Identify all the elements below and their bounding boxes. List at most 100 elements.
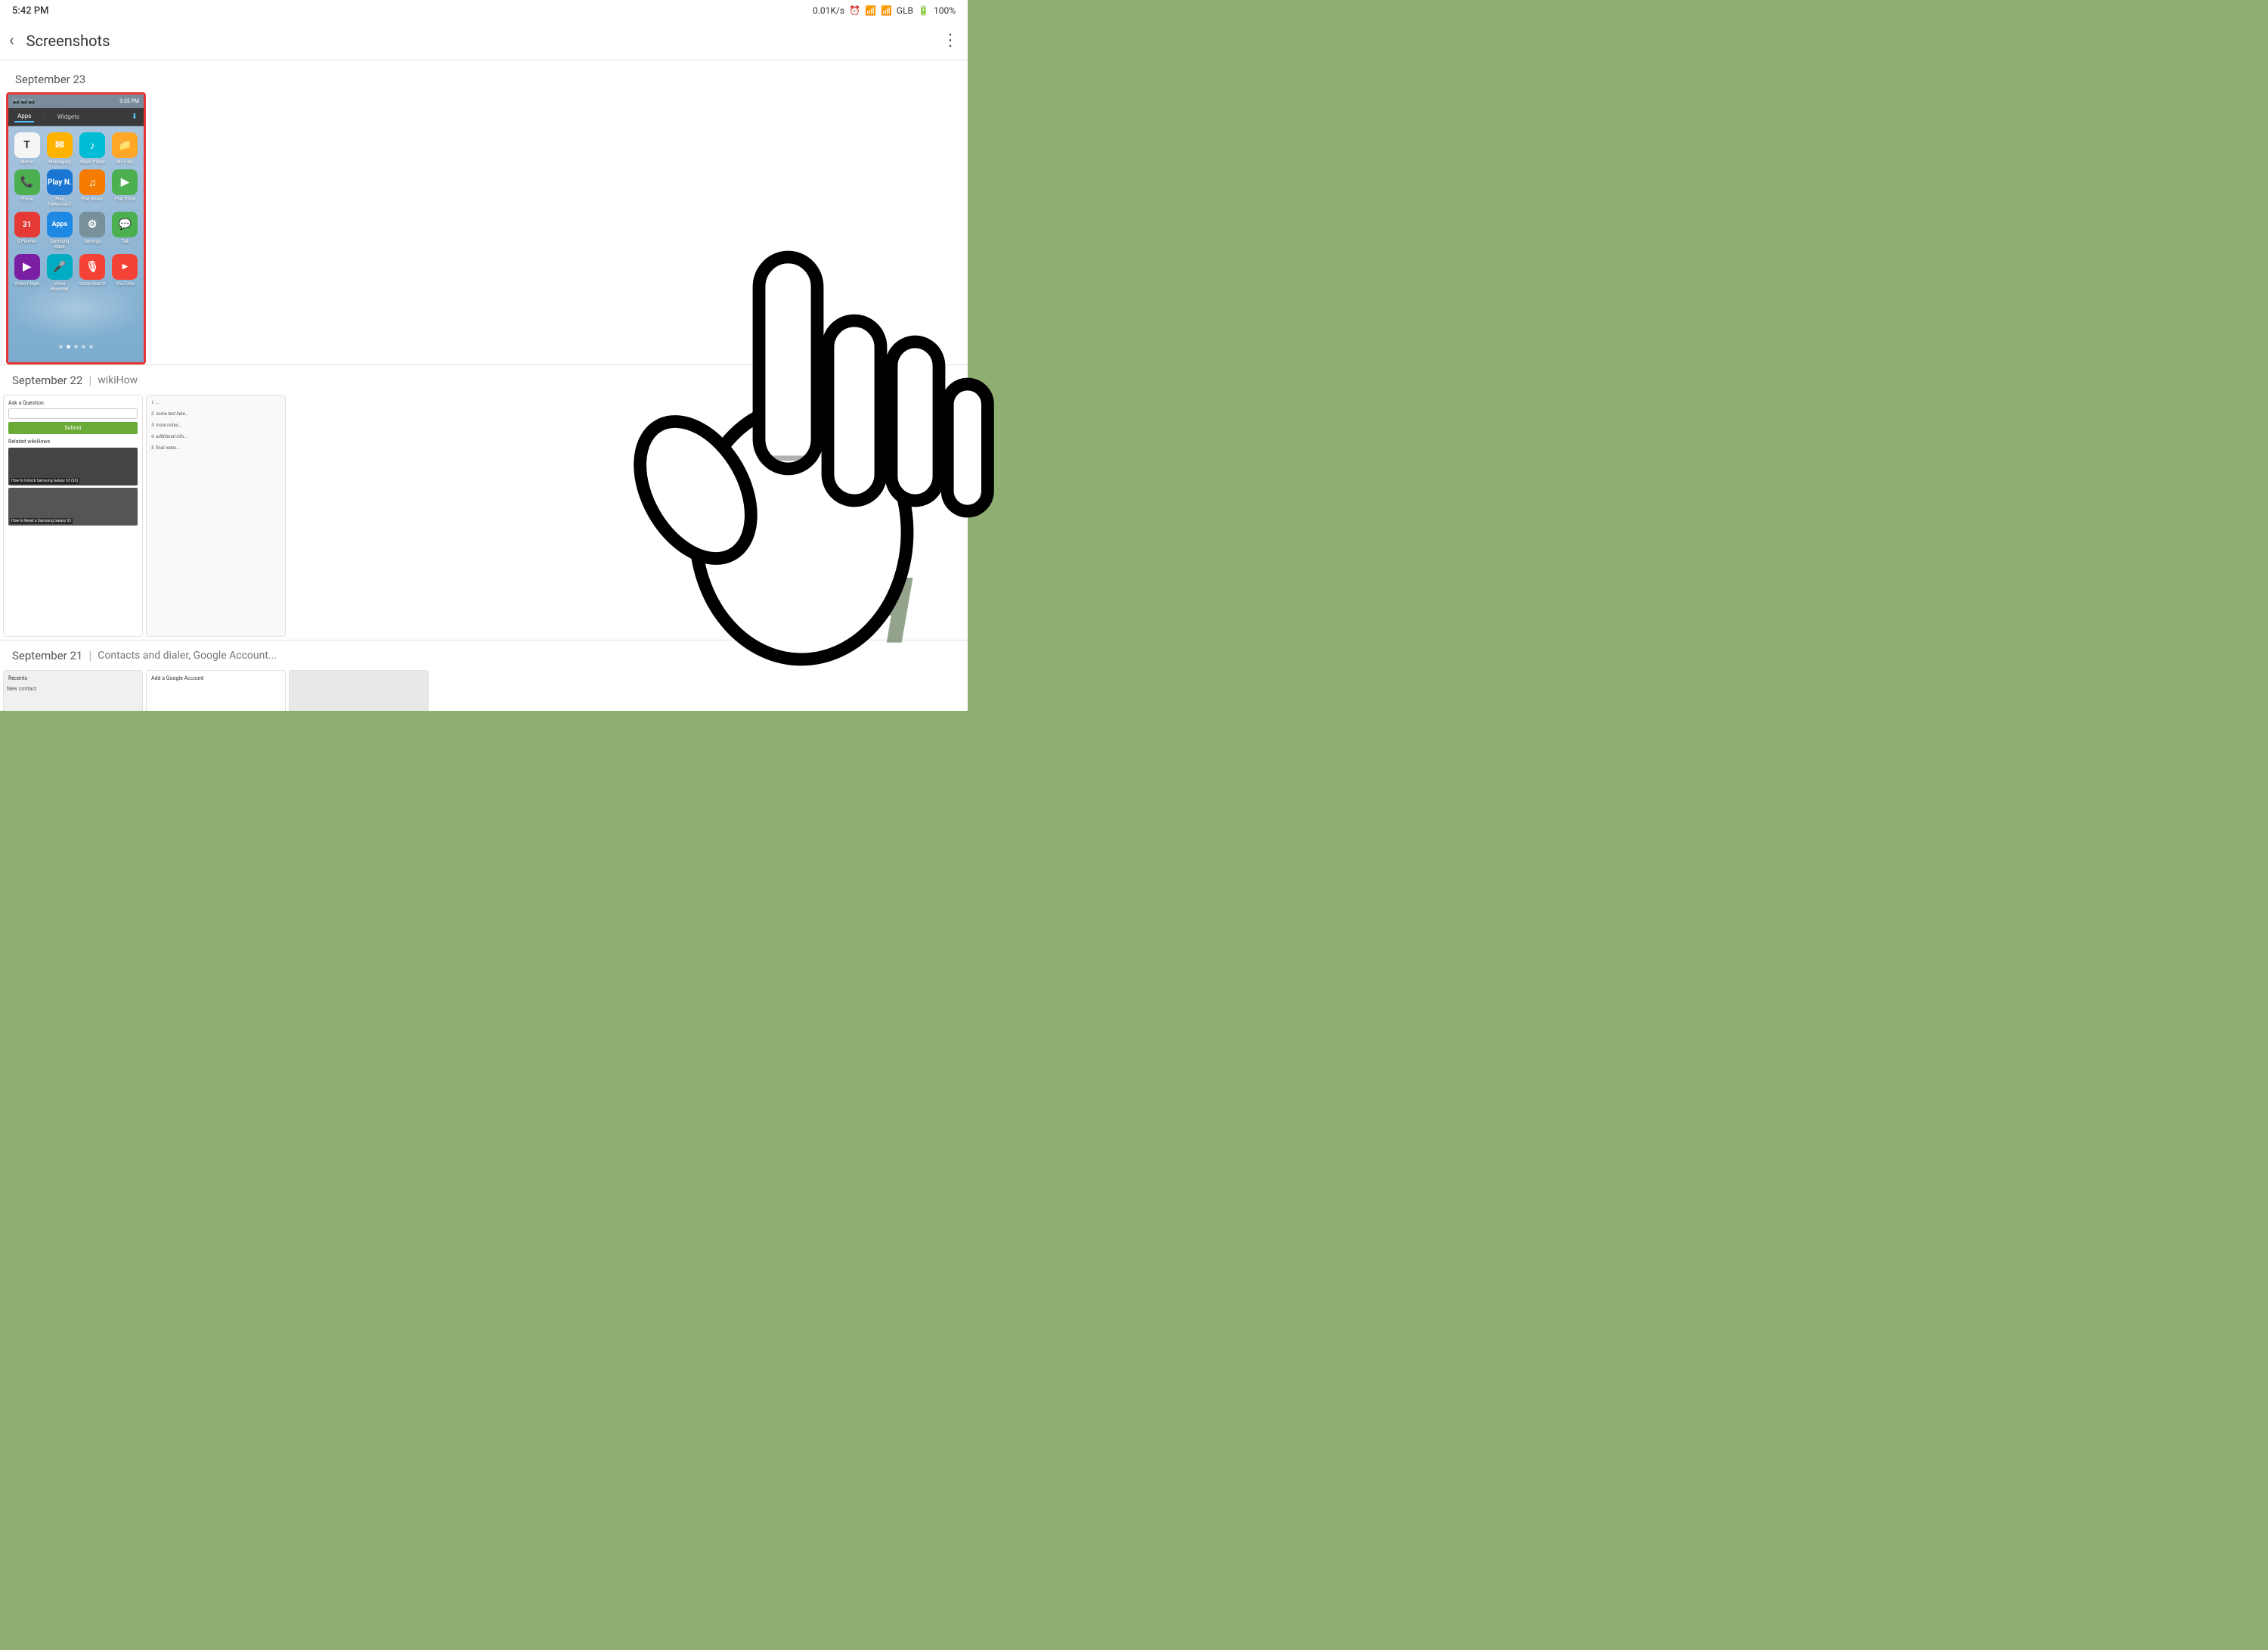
back-button[interactable]: ‹	[9, 31, 14, 50]
sep23-label: September 23	[3, 64, 965, 92]
phone-page-dots	[8, 345, 144, 349]
widgets-tab[interactable]: Widgets	[54, 112, 82, 122]
sep22-date: September 22	[12, 374, 82, 387]
dot-1	[59, 345, 63, 349]
memo-label: Memo	[20, 160, 33, 165]
play-store-label: Play Store	[115, 197, 135, 202]
more-options-button[interactable]: ⋮	[942, 31, 959, 50]
messaging-icon: ✉	[47, 132, 73, 158]
phone-wallpaper	[8, 279, 144, 340]
page-title: Screenshots	[26, 32, 942, 50]
youtube-icon: ▶	[112, 254, 138, 280]
apps-tab[interactable]: Apps	[14, 111, 34, 123]
app-play-music[interactable]: ♫ Play Music	[79, 169, 107, 207]
sep21-grid: Recents New contact Add a Google Account	[0, 667, 968, 711]
wikihow-input	[8, 408, 138, 419]
third-thumbnail-sep21[interactable]	[289, 670, 429, 711]
notes-line-4: 4. additional info...	[151, 434, 280, 439]
status-bar: 5:42 PM 0.01K/s ⏰ 📶 📶 GLB 🔋 100%	[0, 0, 968, 21]
notes-thumbnail[interactable]: 1. ... 2. some text here... 3. more note…	[146, 395, 286, 637]
app-music-player[interactable]: ♪ Music Player	[79, 132, 107, 165]
wikihow-screen: Ask a Question Submit Related wikiHows H…	[4, 395, 142, 636]
play-music-icon: ♫	[79, 169, 105, 195]
app-messaging[interactable]: ✉ Messaging	[45, 132, 73, 165]
app-phone[interactable]: 📞 Phone	[13, 169, 41, 207]
contacts-thumbnail[interactable]: Recents New contact	[3, 670, 143, 711]
apps-grid: T Memo ✉ Messaging ♪ Music Player 📁	[8, 126, 144, 298]
add-google-account-label: Add a Google Account	[150, 674, 282, 683]
notes-line-2: 2. some text here...	[151, 411, 280, 417]
my-files-label: My Files	[116, 160, 133, 165]
new-contact-label: New contact	[7, 686, 139, 692]
sep21-date: September 21	[12, 649, 82, 662]
play-newsstand-label: Play Newsstand	[45, 197, 73, 207]
samsung-apps-icon: Apps	[47, 212, 73, 237]
memo-icon: T	[14, 132, 40, 158]
voice-recorder-icon: 🎤	[47, 254, 73, 280]
settings-label: Settings	[84, 239, 101, 244]
app-talk[interactable]: 💬 Talk	[111, 212, 139, 250]
wikihow-thumbnail[interactable]: Ask a Question Submit Related wikiHows H…	[3, 395, 143, 637]
app-play-newsstand[interactable]: Play N. Play Newsstand	[45, 169, 73, 207]
battery-icon: 🔋	[918, 5, 929, 16]
my-files-icon: 📁	[112, 132, 138, 158]
app-play-store[interactable]: ▶ Play Store	[111, 169, 139, 207]
wikihow-item-2-label: How to Reset a Samsung Galaxy S3	[10, 518, 73, 524]
app-memo[interactable]: T Memo	[13, 132, 41, 165]
samsung-apps-label: Samsung Apps	[45, 239, 73, 250]
sep22-desc: wikiHow	[98, 374, 138, 386]
wifi-icon: 📶	[865, 5, 876, 16]
wikihow-ask-section: Ask a Question Submit	[8, 400, 138, 434]
dot-5	[89, 345, 93, 349]
settings-icon: ⚙	[79, 212, 105, 237]
app-settings[interactable]: ⚙ Settings	[79, 212, 107, 250]
wikihow-submit-btn[interactable]: Submit	[8, 422, 138, 434]
music-player-label: Music Player	[79, 160, 105, 165]
phone-status-bar: 📷 📷 📷 9:55 PM	[8, 95, 144, 108]
status-time: 5:42 PM	[12, 5, 49, 17]
signal-icon: 📶	[881, 5, 892, 16]
phone-tabs: Apps | Widgets ⬇	[8, 108, 144, 126]
sep22-header: September 22 | wikiHow	[0, 365, 968, 392]
wikihow-item-1-label: How to Unlock Samsung Galaxy S3 (S3)	[10, 478, 79, 484]
download-icon: ⬇	[132, 113, 138, 121]
notes-line-3: 3. more notes...	[151, 423, 280, 428]
sep21-pipe: |	[88, 648, 91, 662]
phone-icon: 📞	[14, 169, 40, 195]
music-player-icon: ♪	[79, 132, 105, 158]
watermark-h: H	[849, 560, 907, 665]
app-my-files[interactable]: 📁 My Files	[111, 132, 139, 165]
carrier-label: GLB	[897, 5, 913, 16]
section-sep23: September 23 📷 📷 📷 9:55 PM Apps | Widget…	[0, 60, 968, 364]
dot-2	[67, 345, 70, 349]
alarm-icon: ⏰	[849, 5, 860, 16]
wh-watermark: wH	[789, 560, 907, 665]
wikihow-item-1[interactable]: How to Unlock Samsung Galaxy S3 (S3)	[8, 448, 138, 485]
google-account-thumbnail[interactable]: Add a Google Account	[146, 670, 286, 711]
phone-label: Phone	[20, 197, 33, 202]
s-planner-label: S Planner	[17, 239, 36, 244]
wikihow-item-2[interactable]: How to Reset a Samsung Galaxy S3	[8, 488, 138, 526]
sep23-thumbnail[interactable]: 📷 📷 📷 9:55 PM Apps | Widgets ⬇	[6, 92, 146, 364]
wikihow-ask-label: Ask a Question	[8, 400, 138, 406]
toolbar: ‹ Screenshots ⋮	[0, 21, 968, 60]
network-speed: 0.01K/s	[813, 5, 844, 16]
status-right: 0.01K/s ⏰ 📶 📶 GLB 🔋 100%	[813, 5, 956, 16]
play-store-icon: ▶	[112, 169, 138, 195]
notes-line-5: 5. final notes...	[151, 445, 280, 451]
notes-line-1: 1. ...	[151, 400, 280, 405]
talk-icon: 💬	[112, 212, 138, 237]
voice-search-icon: 🎙	[79, 254, 105, 280]
sep22-pipe: |	[88, 373, 91, 387]
dot-3	[74, 345, 78, 349]
dot-4	[82, 345, 85, 349]
wikihow-submit-text: Submit	[64, 425, 81, 431]
s-planner-icon: 31	[14, 212, 40, 237]
battery-percent: 100%	[934, 5, 956, 16]
phone-icons: 📷 📷 📷	[13, 98, 36, 104]
app-samsung-apps[interactable]: Apps Samsung Apps	[45, 212, 73, 250]
app-s-planner[interactable]: 31 S Planner	[13, 212, 41, 250]
messaging-label: Messaging	[48, 160, 70, 165]
play-music-label: Play Music	[82, 197, 104, 202]
watermark-w: w	[789, 560, 850, 665]
